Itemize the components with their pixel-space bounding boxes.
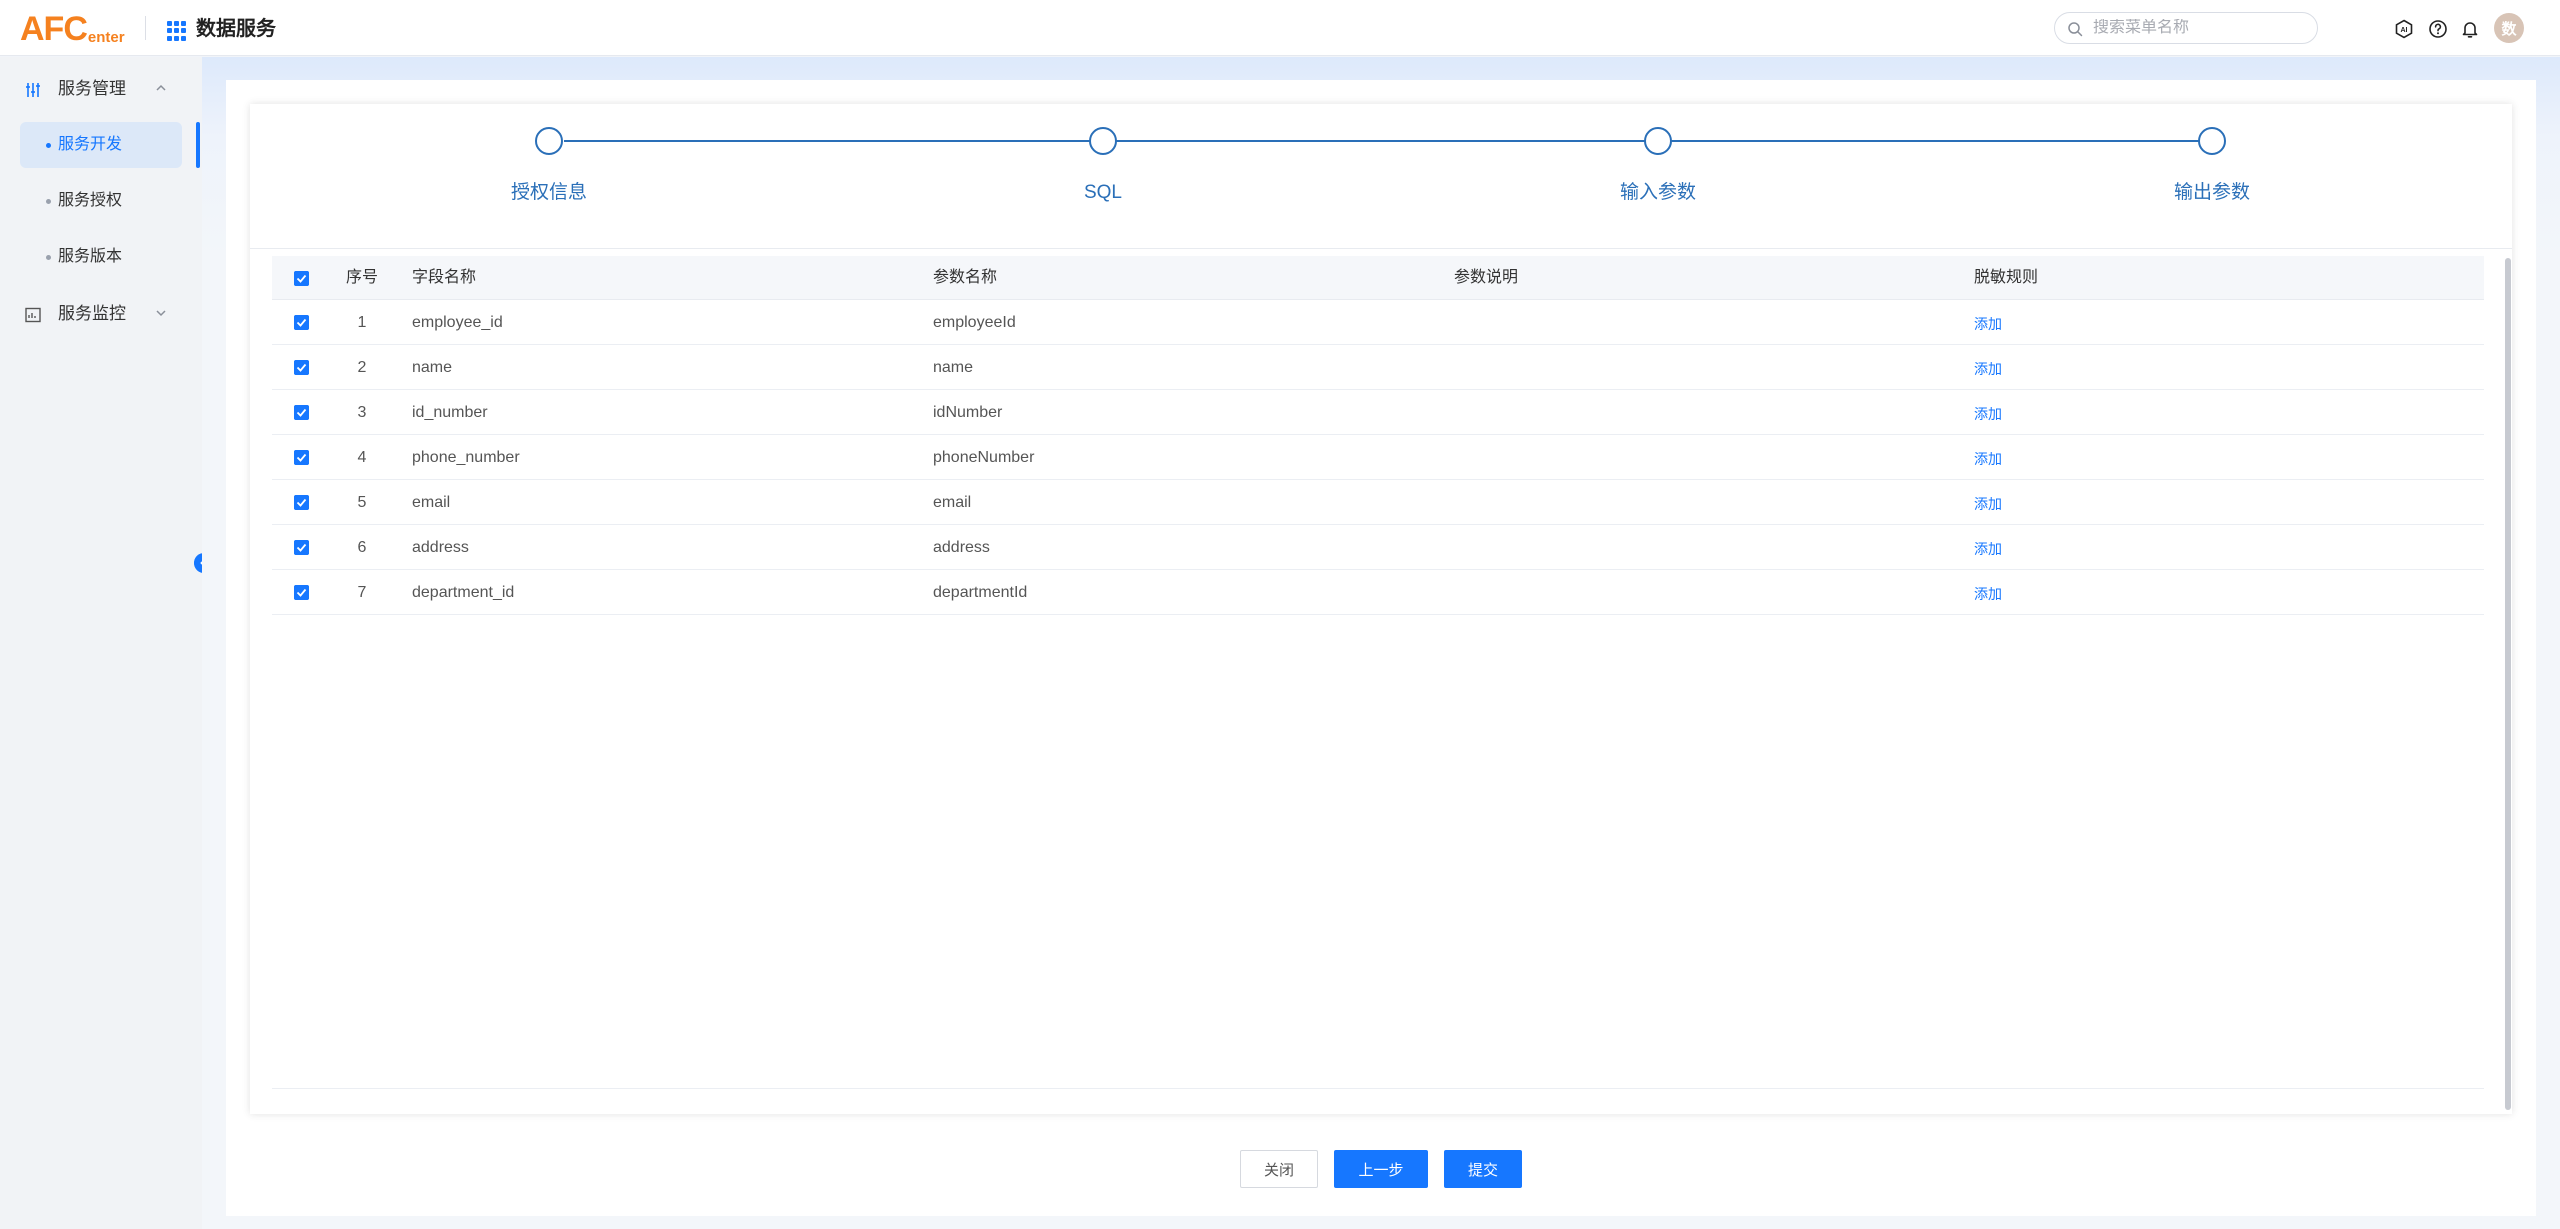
add-mask-rule-link[interactable]: 添加 (1974, 314, 2002, 334)
bullet-dot (46, 255, 51, 260)
user-avatar[interactable]: 数 (2494, 13, 2524, 43)
sidebar-item-label: 服务版本 (58, 248, 123, 265)
app-title: 数据服务 (196, 18, 276, 40)
row-index: 5 (357, 494, 367, 511)
column-header-index: 序号 (346, 269, 379, 286)
logo-main-text: AFC (20, 10, 88, 48)
bullet-dot (46, 143, 51, 148)
step-circle-auth (535, 127, 563, 155)
table-row: 7 department_id departmentId 添加 (272, 570, 2484, 615)
sidebar: 服务管理 服务开发 服务授权 服务版本 服务监控 (0, 57, 202, 1229)
sidebar-item-label: 服务授权 (58, 192, 123, 209)
search-input[interactable] (2093, 19, 2303, 37)
add-mask-rule-link[interactable]: 添加 (1974, 584, 2002, 604)
table-header: 序号 字段名称 参数名称 参数说明 脱敏规则 (272, 256, 2484, 300)
row-param-name: name (933, 359, 974, 376)
header-divider (145, 16, 146, 40)
monitor-chart-icon (25, 307, 41, 323)
bullet-dot (46, 199, 51, 204)
afcenter-logo[interactable]: AFC enter (20, 10, 125, 46)
sidebar-item-label: 服务开发 (58, 136, 123, 153)
row-checkbox[interactable] (294, 540, 309, 555)
row-checkbox[interactable] (294, 360, 309, 375)
chevron-down-icon (156, 310, 166, 317)
steps-divider (250, 248, 2512, 249)
add-mask-rule-link[interactable]: 添加 (1974, 449, 2002, 469)
step-label-input: 输入参数 (1619, 182, 1696, 203)
svg-text:AI: AI (2401, 27, 2408, 34)
row-field-name: name (412, 359, 453, 376)
sidebar-group-service-monitor[interactable]: 服务监控 (0, 286, 200, 342)
sliders-icon (26, 83, 40, 97)
logo-sub-text: enter (87, 29, 125, 46)
sidebar-item-service-version[interactable]: 服务版本 (20, 234, 182, 280)
row-checkbox[interactable] (294, 585, 309, 600)
row-param-name: phoneNumber (933, 449, 1035, 466)
table-row: 6 address address 添加 (272, 525, 2484, 570)
vertical-scrollbar[interactable] (2505, 258, 2511, 1110)
column-header-param: 参数名称 (933, 269, 998, 286)
row-param-name: idNumber (933, 404, 1003, 421)
bell-icon[interactable] (2460, 19, 2480, 39)
table-row: 4 phone_number phoneNumber 添加 (272, 435, 2484, 480)
row-index: 3 (357, 404, 367, 421)
row-index: 2 (357, 359, 367, 376)
close-button[interactable]: 关闭 (1240, 1150, 1318, 1188)
add-mask-rule-link[interactable]: 添加 (1974, 359, 2002, 379)
sidebar-group-service-management[interactable]: 服务管理 (0, 61, 200, 117)
menu-search[interactable] (2054, 12, 2318, 44)
search-icon (2068, 22, 2083, 37)
help-icon[interactable] (2428, 19, 2448, 39)
row-param-name: departmentId (933, 584, 1028, 601)
row-checkbox[interactable] (294, 315, 309, 330)
step-label-auth: 授权信息 (510, 182, 587, 203)
add-mask-rule-link[interactable]: 添加 (1974, 539, 2002, 559)
previous-step-button[interactable]: 上一步 (1334, 1150, 1428, 1188)
row-checkbox[interactable] (294, 450, 309, 465)
row-index: 7 (357, 584, 367, 601)
app-grid-icon[interactable] (167, 21, 187, 41)
step-circle-input (1644, 127, 1672, 155)
row-field-name: email (412, 494, 451, 511)
row-field-name: employee_id (412, 314, 503, 331)
row-checkbox[interactable] (294, 495, 309, 510)
step-label-output: 输出参数 (2173, 182, 2250, 203)
table-row: 3 id_number idNumber 添加 (272, 390, 2484, 435)
sidebar-group-label: 服务管理 (58, 79, 126, 98)
add-mask-rule-link[interactable]: 添加 (1974, 404, 2002, 424)
table-row: 5 email email 添加 (272, 480, 2484, 525)
steps-connector (564, 140, 2212, 142)
row-index: 4 (357, 449, 367, 466)
select-all-checkbox[interactable] (294, 271, 309, 286)
row-field-name: id_number (412, 404, 488, 421)
table-row: 2 name name 添加 (272, 345, 2484, 390)
row-checkbox[interactable] (294, 405, 309, 420)
row-param-name: employeeId (933, 314, 1016, 331)
column-header-field: 字段名称 (412, 269, 477, 286)
add-mask-rule-link[interactable]: 添加 (1974, 494, 2002, 514)
step-label-sql: SQL (1083, 182, 1123, 203)
column-header-desc: 参数说明 (1454, 269, 1519, 286)
top-header: AFC enter 数据服务 AI 数 (0, 0, 2560, 56)
sidebar-item-service-auth[interactable]: 服务授权 (20, 178, 182, 224)
sidebar-group-label: 服务监控 (58, 304, 126, 323)
row-field-name: department_id (412, 584, 515, 601)
row-param-name: email (933, 494, 972, 511)
sidebar-item-service-dev[interactable]: 服务开发 (20, 122, 182, 168)
chevron-up-icon (156, 84, 166, 91)
ai-icon[interactable]: AI (2394, 19, 2414, 39)
row-field-name: phone_number (412, 449, 520, 466)
row-field-name: address (412, 539, 469, 556)
table-bottom-border (272, 1088, 2484, 1089)
active-indicator (196, 122, 200, 168)
step-circle-output (2198, 127, 2226, 155)
column-header-mask: 脱敏规则 (1974, 269, 2039, 286)
submit-button[interactable]: 提交 (1444, 1150, 1522, 1188)
row-param-name: address (933, 539, 990, 556)
step-circle-sql (1089, 127, 1117, 155)
row-index: 1 (357, 314, 367, 331)
row-index: 6 (357, 539, 367, 556)
table-row: 1 employee_id employeeId 添加 (272, 300, 2484, 345)
